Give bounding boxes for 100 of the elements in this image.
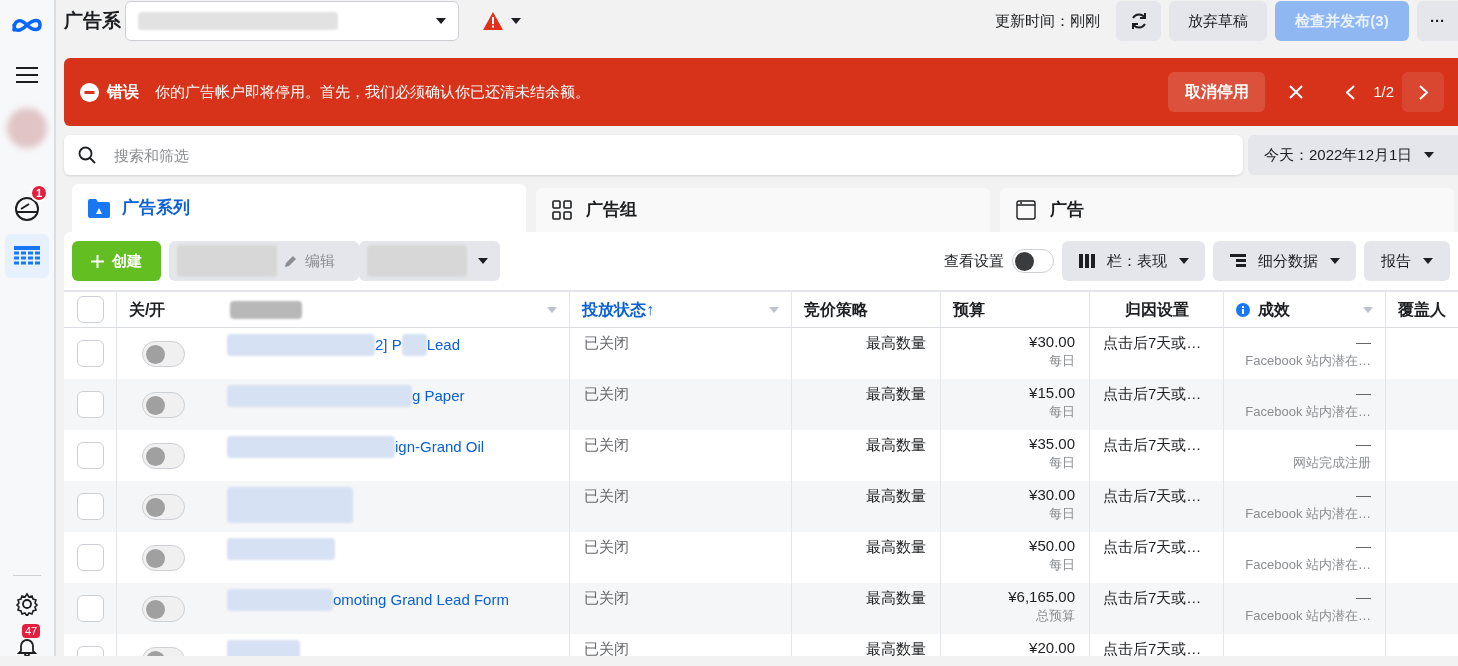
attribution-setting: 点击后7天或… (1103, 334, 1202, 351)
discard-draft-button[interactable]: 放弃草稿 (1169, 1, 1267, 41)
search-field[interactable]: 搜索和筛选 (64, 135, 1243, 175)
budget-amount: ¥50.00 (1029, 536, 1075, 556)
campaign-name-link[interactable]: 2] P (375, 334, 402, 356)
caret-icon (1424, 152, 1435, 158)
budget-type: 每日 (1049, 352, 1075, 370)
date-range-button[interactable]: 今天：2022年12月1日 (1248, 135, 1458, 175)
more-button[interactable]: ··· (1417, 1, 1458, 41)
reactivate-button[interactable]: 取消停用 (1168, 72, 1266, 112)
budget-type: 每日 (1049, 556, 1075, 574)
column-header[interactable]: 预算 (953, 297, 985, 322)
bid-strategy: 最高数量 (866, 538, 926, 555)
on-off-toggle[interactable] (142, 545, 185, 571)
row-checkbox[interactable] (76, 493, 104, 520)
view-settings-label: 查看设置 (944, 250, 1004, 271)
result-value: — (1356, 587, 1371, 607)
budget-type: 总预算 (1036, 607, 1075, 625)
meta-logo-icon[interactable] (11, 16, 43, 34)
budget-amount: ¥6,165.00 (1008, 587, 1075, 607)
budget-type: 每日 (1049, 454, 1075, 472)
caret-icon (1329, 258, 1340, 264)
view-settings-toggle[interactable] (1012, 249, 1054, 273)
attribution-setting: 点击后7天或… (1103, 640, 1202, 656)
sort-menu-icon[interactable] (547, 306, 557, 313)
result-value: — (1356, 485, 1371, 505)
bell-icon[interactable] (17, 638, 37, 656)
campaign-name-link[interactable]: omoting Grand Lead Form (333, 589, 509, 611)
gauge-icon[interactable] (14, 196, 40, 222)
blurred-area (401, 334, 427, 356)
column-header[interactable]: 关/开 (129, 297, 166, 322)
delivery-status: 已关闭 (584, 538, 629, 555)
result-type: 网站完成注册 (1293, 454, 1371, 472)
on-off-toggle[interactable] (142, 596, 185, 622)
column-header[interactable]: 归因设置 (1124, 297, 1189, 322)
avatar[interactable] (7, 108, 47, 148)
result-type: Facebook 站内潜在… (1245, 607, 1371, 625)
row-checkbox[interactable] (76, 544, 104, 571)
error-message: 你的广告帐户即将停用。首先，我们必须确认你已还清未结余额。 (155, 81, 590, 102)
breakdown-icon (1229, 253, 1246, 269)
table-view-button[interactable] (5, 234, 49, 278)
folder-icon (88, 198, 110, 218)
settings-icon[interactable] (15, 592, 39, 616)
campaign-name-link[interactable]: Lead (426, 334, 461, 356)
toolbar-dropdown[interactable]: 栏：表现 (1062, 241, 1205, 281)
delivery-status: 已关闭 (584, 436, 629, 453)
error-icon (80, 82, 99, 102)
delivery-status: 已关闭 (584, 589, 629, 606)
tab[interactable]: 广告系列 (72, 184, 526, 232)
attribution-setting: 点击后7天或… (1103, 385, 1202, 402)
result-type: Facebook 站内潜在… (1245, 556, 1371, 574)
delivery-status: 已关闭 (584, 640, 629, 656)
notification-badge: 1 (30, 184, 48, 202)
bid-strategy: 最高数量 (866, 487, 926, 504)
table-icon (14, 246, 40, 266)
refresh-icon (1129, 12, 1148, 30)
tab[interactable]: 广告 (1000, 188, 1454, 232)
delivery-status: 已关闭 (584, 487, 629, 504)
column-header[interactable]: 覆盖人 (1398, 297, 1446, 322)
on-off-toggle[interactable] (142, 443, 185, 469)
result-value: — (1356, 536, 1371, 556)
tab[interactable]: 广告组 (536, 188, 990, 232)
toolbar-dropdown[interactable]: 细分数据 (1213, 241, 1356, 281)
result-type: Facebook 站内潜在… (1245, 403, 1371, 421)
attribution-setting: 点击后7天或… (1103, 538, 1202, 555)
row-checkbox[interactable] (76, 442, 104, 469)
caret-icon (436, 18, 446, 24)
on-off-toggle[interactable] (142, 392, 185, 418)
chevron-left-icon (1345, 84, 1355, 100)
on-off-toggle[interactable] (142, 494, 185, 520)
result-type: Facebook 站内潜在… (1245, 505, 1371, 523)
caret-icon (478, 258, 488, 264)
select-all-checkbox[interactable] (76, 296, 104, 323)
page-counter: 1/2 (1373, 81, 1394, 102)
row-checkbox[interactable] (76, 340, 104, 367)
blurred-area (230, 300, 302, 319)
campaign-name-link[interactable]: ign-Grand Oil (395, 436, 485, 458)
result-value: — (1356, 383, 1371, 403)
menu-icon[interactable] (16, 66, 38, 84)
result-value: — (1356, 434, 1371, 454)
campaign-name-link[interactable]: g Paper (412, 385, 465, 407)
account-dropdown[interactable] (125, 1, 459, 41)
caret-icon (511, 18, 521, 24)
toolbar-dropdown[interactable]: 报告 (1364, 241, 1450, 281)
pencil-icon (285, 255, 297, 267)
bid-strategy: 最高数量 (866, 334, 926, 351)
error-label: 错误 (107, 82, 139, 102)
sort-menu-icon[interactable] (1363, 306, 1373, 313)
row-checkbox[interactable] (76, 595, 104, 622)
refresh-button[interactable] (1116, 1, 1161, 41)
column-header[interactable]: 投放状态↑ (582, 297, 654, 322)
next-button[interactable] (1402, 72, 1444, 112)
row-checkbox[interactable] (76, 391, 104, 418)
column-header[interactable]: 竞价策略 (804, 297, 868, 322)
on-off-toggle[interactable] (142, 341, 185, 367)
column-header[interactable]: 成效 (1258, 297, 1290, 322)
window-icon (1016, 200, 1038, 220)
result-value: — (1356, 332, 1371, 352)
sort-menu-icon[interactable] (769, 306, 779, 313)
budget-amount: ¥35.00 (1029, 434, 1075, 454)
